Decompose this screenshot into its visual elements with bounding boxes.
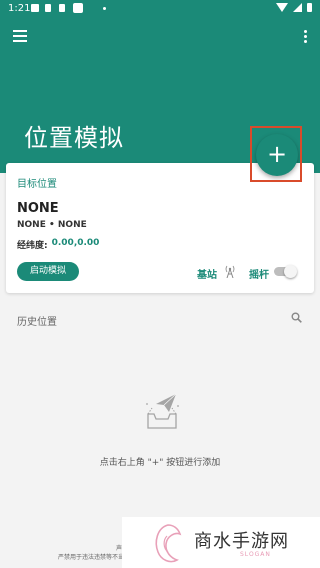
status-time: 1:21 — [8, 3, 31, 14]
battery-icon — [307, 3, 312, 12]
location-subtitle: NONE • NONE — [17, 220, 87, 230]
signal-icon — [293, 3, 302, 12]
disclaimer-text: 严禁用于违法违禁等不当行 — [57, 554, 130, 561]
download-icon — [45, 4, 51, 12]
empty-inbox-icon — [146, 393, 179, 429]
page-title: 位置模拟 — [24, 124, 124, 152]
wifi-icon — [276, 3, 288, 12]
more-notifications-dot — [103, 7, 106, 10]
joystick-label: 摇杆 — [249, 270, 269, 281]
add-location-button[interactable]: + — [256, 134, 298, 176]
disclaimer: 声明: 严禁用于违法违禁等不当行 — [30, 544, 130, 562]
station-label[interactable]: 基站 — [197, 266, 217, 281]
coordinates-value: 0.00,0.00 — [51, 238, 100, 248]
app-notification-icon — [73, 3, 83, 13]
antenna-icon[interactable] — [224, 264, 236, 278]
watermark-text: 商水手游网 — [194, 531, 289, 552]
history-title: 历史位置 — [17, 317, 57, 328]
coordinates: 经纬度: 0.00,0.00 — [17, 238, 99, 251]
empty-hint: 点击右上角 "+" 按钮进行添加 — [99, 458, 221, 468]
toggle-thumb — [284, 265, 297, 278]
start-simulation-button[interactable]: 启动模拟 — [17, 262, 79, 281]
status-bar: 1:21 — [0, 0, 320, 18]
status-right-icons — [276, 3, 312, 12]
download-icon — [59, 4, 65, 12]
disclaimer-title: 声明: — [30, 544, 130, 553]
target-location-card: 目标位置 NONE NONE • NONE 经纬度: 0.00,0.00 启动模… — [6, 163, 314, 293]
watermark-slogan: SLOGAN — [240, 551, 271, 558]
joystick-toggle[interactable] — [272, 265, 298, 278]
watermark-logo-icon — [155, 524, 182, 563]
image-notification-icon — [31, 4, 39, 12]
watermark: 商水手游网 SLOGAN — [122, 517, 320, 568]
location-name: NONE — [17, 201, 59, 216]
menu-icon[interactable] — [13, 30, 27, 42]
search-icon[interactable] — [291, 312, 302, 323]
coordinates-label: 经纬度: — [17, 241, 48, 251]
target-location-label: 目标位置 — [17, 179, 57, 190]
more-vert-icon[interactable] — [302, 30, 308, 44]
